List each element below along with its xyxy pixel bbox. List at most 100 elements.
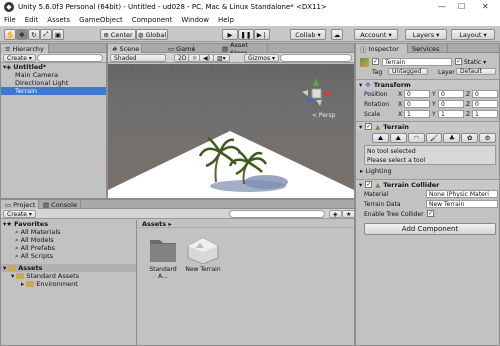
paint-height-icon[interactable]: ⛰ <box>389 133 407 143</box>
active-checkbox[interactable]: ✓ <box>372 58 379 65</box>
move-tool-icon[interactable]: ✥ <box>16 29 28 40</box>
material-field[interactable]: None (Physic Materi <box>426 190 498 198</box>
scale-x-input[interactable]: 1 <box>404 110 430 118</box>
terrain-data-field[interactable]: New Terrain <box>426 200 498 208</box>
smooth-height-icon[interactable]: ◠ <box>407 133 425 143</box>
position-z-input[interactable]: 0 <box>472 90 498 98</box>
favorite-item[interactable]: ⌕ All Models <box>1 236 136 245</box>
tree-collider-checkbox[interactable]: ✓ <box>427 210 434 217</box>
hierarchy-create-button[interactable]: Create ▾ <box>3 54 36 62</box>
tab-hierarchy[interactable]: ≡ Hierarchy <box>1 44 49 53</box>
rect-tool-icon[interactable]: ▣ <box>52 29 64 40</box>
menu-component[interactable]: Component <box>132 16 173 24</box>
static-dropdown[interactable]: Static ▾ <box>464 59 486 66</box>
global-button[interactable]: ◍ Global <box>136 29 168 40</box>
persp-label[interactable]: < Persp <box>312 112 335 119</box>
filter-label-icon[interactable]: ★ <box>342 210 356 218</box>
folder-large-icon <box>150 240 176 262</box>
project-search-input[interactable] <box>229 210 325 218</box>
scene-search-input[interactable] <box>280 54 352 62</box>
tab-scene[interactable]: # Scene <box>108 44 142 53</box>
rotation-z-input[interactable]: 0 <box>472 100 498 108</box>
menu-gameobject[interactable]: GameObject <box>79 16 123 24</box>
project-tabbar: ▭ Project ▤ Console <box>1 200 354 209</box>
layout-dropdown[interactable]: Layout ▾ <box>451 29 495 40</box>
favorite-item[interactable]: ⌕ All Materials <box>1 228 136 237</box>
terrain-enabled-checkbox[interactable]: ✓ <box>365 123 373 130</box>
tab-inspector[interactable]: ⓘ Inspector <box>356 44 408 54</box>
asset-item-new-terrain[interactable]: New Terrain <box>184 234 222 284</box>
static-checkbox[interactable]: ✓ <box>455 58 462 65</box>
hierarchy-search-input[interactable] <box>37 54 103 62</box>
tag-dropdown[interactable]: Untagged <box>388 68 428 75</box>
scene-panel: #Scene ▭Game ▤Asset Store Shaded 2D ☼ ◀)… <box>107 41 355 199</box>
tab-game[interactable]: ▭ Game <box>164 44 196 53</box>
terrain-component-header[interactable]: ▾ ✓ ▲ Terrain <box>356 121 499 131</box>
scale-z-input[interactable]: 1 <box>472 110 498 118</box>
place-trees-icon[interactable]: ♣ <box>443 133 461 143</box>
hand-tool-icon[interactable]: ✋ <box>4 29 16 40</box>
filter-type-icon[interactable]: ◈ <box>329 210 342 218</box>
tab-asset-store[interactable]: ▤Asset Store <box>218 41 268 57</box>
account-dropdown[interactable]: Account ▾ <box>354 29 398 40</box>
close-button[interactable]: ✕ <box>482 2 489 11</box>
asset-item-standard-assets[interactable]: Standard A... <box>144 234 182 284</box>
minimize-button[interactable]: — <box>438 2 446 11</box>
pivot-center-button[interactable]: ⊕ Center <box>100 29 136 40</box>
favorite-item[interactable]: ⌕ All Prefabs <box>1 244 136 253</box>
scene-viewport[interactable]: < Persp <box>108 64 354 198</box>
menu-window[interactable]: Window <box>181 16 209 24</box>
favorites-row[interactable]: ▾★ Favorites <box>1 220 136 228</box>
tab-project[interactable]: ▭ Project <box>1 200 39 209</box>
menu-help[interactable]: Help <box>218 16 234 24</box>
layers-dropdown[interactable]: Layers ▾ <box>405 29 447 40</box>
scene-gizmo-icon[interactable] <box>298 76 334 112</box>
favorite-item[interactable]: ⌕ All Scripts <box>1 252 136 261</box>
collider-enabled-checkbox[interactable]: ✓ <box>365 181 373 188</box>
assets-root-row[interactable]: ▾ Assets <box>1 264 136 272</box>
scene-root-row[interactable]: ▾◈ Untitled* <box>1 63 106 71</box>
terrain-title: Terrain <box>383 122 409 131</box>
menu-assets[interactable]: Assets <box>47 16 70 24</box>
menu-file[interactable]: File <box>4 16 16 24</box>
rotation-y-input[interactable]: 0 <box>438 100 464 108</box>
cloud-icon[interactable]: ☁ <box>331 29 343 40</box>
collab-button[interactable]: Collab ▾ <box>290 29 326 40</box>
step-button[interactable]: ▶❘ <box>254 29 270 40</box>
position-x-input[interactable]: 0 <box>404 90 430 98</box>
asset-item-label: Standard A... <box>149 266 177 280</box>
play-button[interactable]: ▶ <box>222 29 238 40</box>
layer-dropdown[interactable]: Default <box>456 68 496 75</box>
add-component-button[interactable]: Add Component <box>364 223 496 235</box>
tab-console[interactable]: ▤ Console <box>39 200 81 209</box>
tab-services[interactable]: Services <box>408 44 448 53</box>
hierarchy-item-directional-light[interactable]: Directional Light <box>1 79 106 87</box>
hierarchy-item-terrain[interactable]: Terrain <box>1 87 106 95</box>
tree-item-standard-assets[interactable]: ▾ Standard Assets <box>1 272 136 280</box>
audio-toggle-icon[interactable]: ◀) <box>199 54 214 62</box>
scale-y-input[interactable]: 1 <box>438 110 464 118</box>
pause-button[interactable]: ❚❚ <box>238 29 254 40</box>
gizmos-dropdown[interactable]: Gizmos ▾ <box>244 54 280 62</box>
transform-header[interactable]: ▾ ✥ Transform <box>356 79 499 89</box>
maximize-button[interactable]: ☐ <box>458 2 465 11</box>
paint-texture-icon[interactable]: 🖌 <box>425 133 443 143</box>
effects-toggle-icon[interactable]: ▨▾ <box>213 54 230 62</box>
favorite-label: All Models <box>20 236 54 244</box>
object-name-input[interactable]: Terrain <box>382 58 452 66</box>
hierarchy-item-main-camera[interactable]: Main Camera <box>1 71 106 79</box>
position-y-input[interactable]: 0 <box>438 90 464 98</box>
shading-mode-dropdown[interactable]: Shaded <box>110 54 166 62</box>
breadcrumb[interactable]: Assets ▸ <box>138 220 354 228</box>
menu-edit[interactable]: Edit <box>25 16 39 24</box>
raise-terrain-icon[interactable]: ⛰ <box>372 133 389 143</box>
scale-tool-icon[interactable]: ⤢ <box>40 29 52 40</box>
tree-item-environment[interactable]: ▸ Environment <box>1 280 136 288</box>
terrain-settings-icon[interactable]: ⚙ <box>479 133 497 143</box>
paint-details-icon[interactable]: ✿ <box>461 133 479 143</box>
lighting-foldout[interactable]: ▸ Lighting <box>360 167 392 175</box>
rotation-x-input[interactable]: 0 <box>404 100 430 108</box>
rotate-tool-icon[interactable]: ↻ <box>28 29 40 40</box>
terrain-collider-header[interactable]: ▾ ✓ ▲ Terrain Collider <box>356 179 499 189</box>
project-create-button[interactable]: Create ▾ <box>3 210 36 218</box>
